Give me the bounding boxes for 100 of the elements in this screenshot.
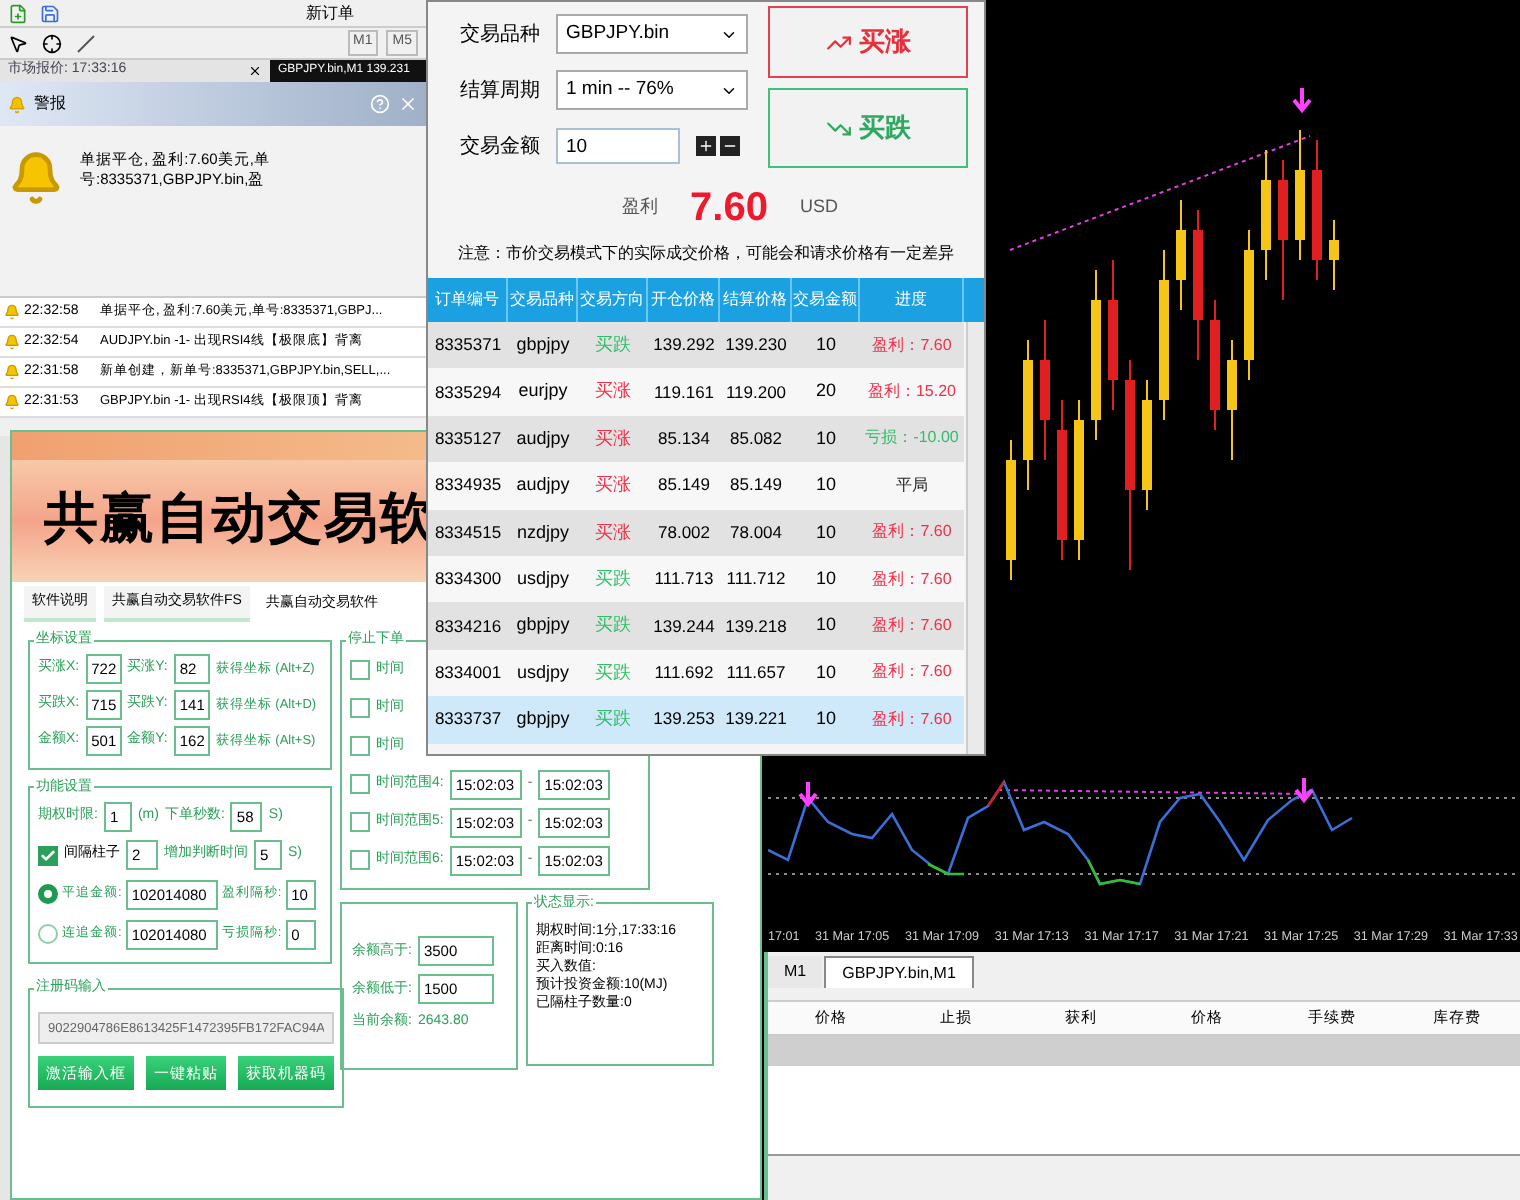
plus-icon	[698, 138, 714, 154]
radio-button[interactable]	[38, 884, 58, 904]
bell-icon	[4, 364, 20, 380]
table-cell-text: 盈利：15.20	[865, 380, 959, 405]
table-cell-text: 8334216	[432, 613, 504, 639]
line-tool-icon[interactable]	[76, 33, 96, 53]
table-cell-text: 盈利：7.60	[870, 707, 954, 732]
save-icon[interactable]	[40, 3, 60, 23]
new-file-icon[interactable]	[8, 3, 28, 23]
table-cell-text: 111.657	[724, 660, 788, 686]
bell-icon	[4, 304, 20, 320]
table-cell-text: 10	[813, 706, 838, 733]
candlestick	[1312, 139, 1322, 281]
table-cell-text: 10	[813, 565, 838, 592]
table-cell-text: 10	[813, 612, 838, 639]
table-cell-text: 8335294	[432, 379, 504, 405]
radio-button[interactable]	[38, 924, 58, 944]
help-icon[interactable]	[370, 94, 390, 114]
profit-label: 盈利	[622, 194, 659, 221]
profit-value: 7.60	[690, 184, 768, 234]
table-cell-text: 买跌	[593, 331, 633, 358]
select-field[interactable]: 1 min -- 76%	[556, 70, 748, 110]
table-cell-text: usdjpy	[514, 565, 571, 592]
table-cell-text: 盈利：7.60	[870, 660, 954, 685]
notice-text: 注意：市价交易模式下的实际成交价格，可能会和请求价格有一定差异	[456, 242, 956, 266]
table-cell-text: 139.221	[723, 706, 789, 733]
table-cell-text: 平局	[894, 473, 930, 498]
table-cell-text: 8334935	[432, 472, 504, 499]
table-cell-text: audjpy	[514, 425, 572, 452]
table-cell-text: 85.082	[728, 426, 784, 452]
order-row[interactable]: 8334515 nzdjpy 买涨 78.002 78.004 10 盈利：7.60	[428, 509, 964, 556]
bell-icon	[4, 334, 20, 350]
table-cell-text: 20	[813, 378, 838, 405]
table-cell-text: 盈利：7.60	[870, 567, 954, 592]
table-cell-text: 10	[813, 659, 838, 686]
table-cell-text: usdjpy	[514, 659, 571, 686]
table-cell-text: 买跌	[593, 612, 633, 639]
order-row[interactable]: 8335127 audjpy 买涨 85.134 85.082 10 亏损：-10.00	[428, 415, 964, 463]
cursor-icon[interactable]	[8, 33, 28, 53]
candlestick	[1210, 299, 1220, 431]
new-order-button[interactable]: 新订单	[306, 5, 354, 21]
bell-icon	[8, 150, 64, 206]
table-cell-text: 119.200	[723, 379, 789, 405]
chart-tab[interactable]: GBPJPY.bin,M1	[824, 956, 974, 988]
candlestick	[1040, 319, 1050, 461]
table-cell-text: 85.134	[656, 426, 712, 452]
candlestick	[1227, 339, 1237, 461]
table-cell-text: 111.713	[652, 566, 716, 593]
order-row[interactable]: 8333737 gbpjpy 买跌 139.253 139.221 10 盈利：7.60	[428, 696, 964, 744]
candlestick	[1142, 379, 1152, 511]
table-cell-text: 10	[813, 519, 838, 545]
table-cell-text: 10	[813, 425, 838, 452]
minus-button[interactable]	[720, 136, 740, 156]
table-cell-text: 10	[813, 472, 838, 499]
currency-label: USD	[799, 194, 838, 221]
candlestick	[1329, 219, 1339, 291]
checkbox[interactable]	[350, 698, 370, 718]
table-cell-text: 8333737	[432, 706, 504, 733]
checkbox[interactable]	[350, 850, 370, 870]
close-icon[interactable]	[248, 64, 262, 78]
order-row[interactable]: 8335371 gbpjpy 买跌 139.292 139.230 10 盈利：7.60	[428, 322, 964, 369]
table-cell-text: 85.149	[728, 472, 784, 499]
checkbox[interactable]	[350, 812, 370, 832]
table-cell-text: 买涨	[593, 519, 633, 545]
table-cell-text: 111.712	[724, 566, 788, 593]
candlestick	[1176, 199, 1186, 311]
table-cell-text: 8335371	[432, 332, 504, 359]
checkbox[interactable]	[38, 845, 58, 865]
table-cell-text: 8334515	[432, 519, 504, 546]
select-field[interactable]: GBPJPY.bin	[556, 14, 748, 54]
table-cell-text: gbpjpy	[514, 612, 572, 639]
table-cell-text: 8335127	[432, 426, 504, 452]
table-cell-text: eurjpy	[516, 378, 570, 405]
table-cell-text: 8334300	[432, 566, 504, 593]
amount-field[interactable]: 10	[556, 128, 680, 164]
chart-tab[interactable]: M1	[768, 956, 823, 988]
field-label: 结算周期	[458, 77, 540, 105]
table-cell-text: 78.002	[656, 519, 712, 546]
table-cell-text: 10	[813, 331, 838, 358]
checkbox[interactable]	[350, 774, 370, 794]
candlestick	[1295, 129, 1305, 261]
order-row[interactable]: 8334216 gbpjpy 买跌 139.244 139.218 10 盈利：7.60	[428, 602, 964, 650]
candlestick	[1261, 149, 1271, 281]
table-cell-text: 盈利：7.60	[870, 614, 954, 639]
plus-button[interactable]	[696, 136, 716, 156]
dialog-title: 警报	[34, 92, 66, 116]
checkbox[interactable]	[350, 660, 370, 680]
table-cell-text: 139.292	[651, 332, 717, 359]
table-cell-text: gbpjpy	[514, 706, 572, 733]
table-cell-text: 亏损：-10.00	[863, 426, 961, 451]
table-cell-text: audjpy	[514, 472, 572, 499]
table-cell-text: gbpjpy	[514, 331, 572, 358]
crosshair-icon[interactable]	[42, 33, 62, 53]
buy-up-button[interactable]: 买涨	[768, 6, 968, 78]
candlestick	[1006, 439, 1016, 581]
candlestick	[1278, 159, 1288, 301]
checkbox[interactable]	[350, 736, 370, 756]
table-cell-text: 买跌	[593, 706, 633, 733]
down-arrow-icon	[1292, 86, 1312, 114]
table-cell-text: 买跌	[593, 565, 633, 592]
